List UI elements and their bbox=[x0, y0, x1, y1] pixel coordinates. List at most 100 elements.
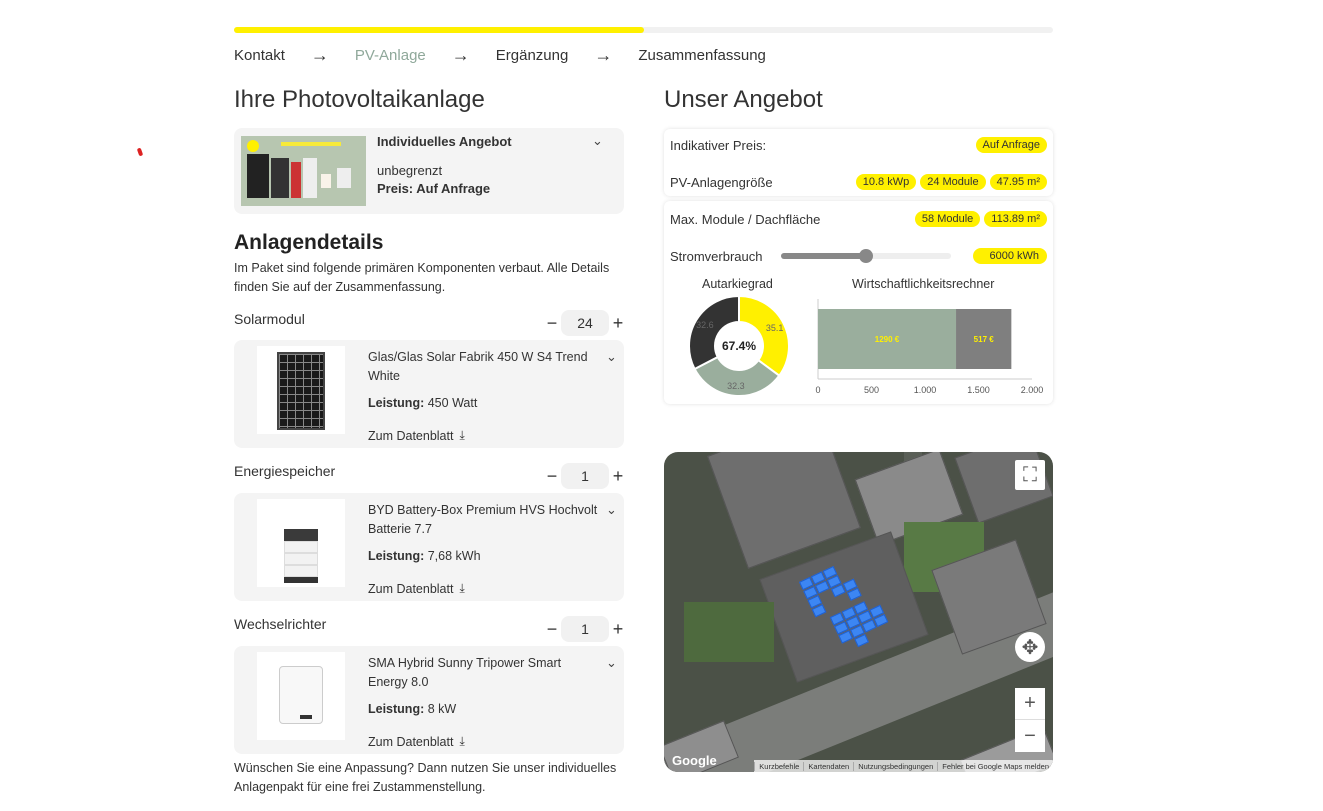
offer-name: Individuelles Angebot bbox=[377, 134, 512, 149]
offer-title: Unser Angebot bbox=[664, 86, 823, 113]
chevron-down-icon[interactable]: ⌄ bbox=[606, 349, 617, 365]
modules-badge: 24 Module bbox=[920, 174, 986, 190]
donut-slice-label: 32.3 bbox=[727, 381, 745, 391]
arrow-right-icon: → bbox=[594, 45, 613, 65]
quantity-stepper: − 1 + bbox=[545, 463, 625, 489]
consumption-slider[interactable] bbox=[781, 249, 951, 263]
progress-bar-fill bbox=[234, 27, 644, 33]
x-tick-label: 500 bbox=[864, 385, 879, 395]
datasheet-link[interactable]: Zum Datenblatt ⤓ bbox=[368, 581, 465, 596]
donut-slice-label: 35.1 bbox=[766, 323, 784, 333]
power-label: Leistung: bbox=[368, 549, 425, 563]
offer-subtitle: unbegrenzt bbox=[377, 163, 443, 178]
power-label: Leistung: bbox=[368, 396, 425, 410]
component-name: SMA Hybrid Sunny Tripower Smart Energy 8… bbox=[368, 656, 562, 689]
terms-link[interactable]: Nutzungsbedingungen bbox=[853, 761, 937, 771]
stepper-nav: Kontakt → PV-Anlage → Ergänzung → Zusamm… bbox=[234, 45, 766, 66]
summary-panel: Indikativer Preis: Auf Anfrage PV-Anlage… bbox=[664, 129, 1053, 196]
x-tick-label: 1.000 bbox=[914, 385, 937, 395]
economy-bar-chart: 1290 € 517 € 0 500 1.000 1.500 2.000 bbox=[815, 299, 1044, 395]
economy-title: Wirtschaftlichkeitsrechner bbox=[852, 277, 995, 291]
minus-icon[interactable]: − bbox=[545, 620, 559, 638]
bar-data-label: 1290 € bbox=[875, 335, 900, 344]
autarky-donut-chart: 35.1 32.3 32.6 67.4% bbox=[688, 294, 790, 397]
step-pv-anlage[interactable]: PV-Anlage bbox=[355, 47, 426, 64]
size-label: PV-Anlagengröße bbox=[670, 174, 773, 190]
component-image bbox=[257, 652, 345, 740]
minus-icon[interactable]: − bbox=[545, 467, 559, 485]
power-label: Leistung: bbox=[368, 702, 425, 716]
minus-icon[interactable]: − bbox=[545, 314, 559, 332]
component-card[interactable]: SMA Hybrid Sunny Tripower Smart Energy 8… bbox=[234, 646, 624, 754]
arrow-right-icon: → bbox=[310, 45, 329, 65]
plus-icon[interactable]: + bbox=[611, 620, 625, 638]
component-image bbox=[257, 346, 345, 434]
details-title: Anlagendetails bbox=[234, 231, 384, 254]
quantity-value[interactable]: 24 bbox=[561, 310, 609, 336]
max-area-badge: 113.89 m² bbox=[984, 211, 1047, 227]
max-label: Max. Module / Dachfläche bbox=[670, 211, 821, 227]
component-card[interactable]: Glas/Glas Solar Fabrik 450 W S4 Trend Wh… bbox=[234, 340, 624, 448]
step-ergaenzung[interactable]: Ergänzung bbox=[496, 47, 569, 64]
component-label: Energiespeicher bbox=[234, 463, 336, 479]
fullscreen-icon[interactable]: ⛶ bbox=[1015, 460, 1045, 490]
price-badge: Auf Anfrage bbox=[975, 137, 1047, 153]
report-error-link[interactable]: Fehler bei Google Maps melden bbox=[937, 761, 1053, 771]
datasheet-link[interactable]: Zum Datenblatt ⤓ bbox=[368, 734, 465, 749]
area-badge: 47.95 m² bbox=[989, 174, 1047, 190]
quantity-stepper: − 1 + bbox=[545, 616, 625, 642]
download-icon: ⤓ bbox=[459, 734, 465, 748]
x-tick-label: 1.500 bbox=[967, 385, 990, 395]
kwp-badge: 10.8 kWp bbox=[855, 174, 917, 190]
slider-fill bbox=[781, 253, 866, 259]
quantity-stepper: − 24 + bbox=[545, 310, 625, 336]
map-data-link[interactable]: Kartendaten bbox=[803, 761, 853, 771]
shortcuts-link[interactable]: Kurzbefehle bbox=[754, 761, 803, 771]
zoom-in-button[interactable]: + bbox=[1015, 688, 1045, 720]
component-label: Wechselrichter bbox=[234, 616, 327, 632]
package-image bbox=[241, 136, 366, 206]
component-name: Glas/Glas Solar Fabrik 450 W S4 Trend Wh… bbox=[368, 350, 588, 383]
power-value: 7,68 kWh bbox=[427, 549, 481, 563]
red-mark bbox=[136, 147, 144, 157]
price-label: Indikativer Preis: bbox=[670, 137, 767, 153]
donut-slice bbox=[688, 294, 740, 371]
analysis-panel: Max. Module / Dachfläche 58 Module 113.8… bbox=[664, 201, 1053, 404]
download-icon: ⤓ bbox=[459, 581, 465, 595]
max-modules-badge: 58 Module bbox=[914, 211, 981, 227]
google-logo: Google bbox=[672, 753, 717, 768]
progress-bar bbox=[234, 27, 1053, 33]
details-description: Im Paket sind folgende primären Komponen… bbox=[234, 261, 610, 294]
consumption-badge: 6000 kWh bbox=[973, 248, 1047, 264]
arrow-right-icon: → bbox=[451, 45, 470, 65]
quantity-value[interactable]: 1 bbox=[561, 616, 609, 642]
quantity-value[interactable]: 1 bbox=[561, 463, 609, 489]
satellite-map[interactable]: ⛶ ✥ + − Google Kurzbefehle Kartendaten N… bbox=[664, 452, 1053, 772]
component-image bbox=[257, 499, 345, 587]
x-tick-label: 2.000 bbox=[1021, 385, 1044, 395]
consumption-label: Stromverbrauch bbox=[670, 248, 763, 264]
chevron-down-icon[interactable]: ⌄ bbox=[606, 502, 617, 518]
pan-control-icon[interactable]: ✥ bbox=[1015, 632, 1045, 662]
page-title: Ihre Photovoltaikanlage bbox=[234, 86, 485, 113]
chevron-down-icon[interactable]: ⌄ bbox=[606, 655, 617, 671]
offer-card[interactable]: Individuelles Angebot unbegrenzt Preis: … bbox=[234, 128, 624, 214]
download-icon: ⤓ bbox=[459, 428, 465, 442]
autarky-title: Autarkiegrad bbox=[702, 277, 773, 291]
slider-handle[interactable] bbox=[859, 249, 873, 263]
donut-slice-label: 32.6 bbox=[696, 320, 714, 330]
power-value: 450 Watt bbox=[427, 396, 478, 410]
component-card[interactable]: BYD Battery-Box Premium HVS Hochvolt Bat… bbox=[234, 493, 624, 601]
plus-icon[interactable]: + bbox=[611, 314, 625, 332]
datasheet-link[interactable]: Zum Datenblatt ⤓ bbox=[368, 428, 465, 443]
customization-note: Wünschen Sie eine Anpassung? Dann nutzen… bbox=[234, 761, 617, 794]
map-attribution: Kurzbefehle Kartendaten Nutzungsbedingun… bbox=[754, 760, 1053, 772]
chevron-down-icon[interactable]: ⌄ bbox=[592, 133, 603, 149]
step-kontakt[interactable]: Kontakt bbox=[234, 47, 285, 64]
plus-icon[interactable]: + bbox=[611, 467, 625, 485]
offer-price: Preis: Auf Anfrage bbox=[377, 181, 491, 196]
component-label: Solarmodul bbox=[234, 311, 305, 327]
step-zusammenfassung[interactable]: Zusammenfassung bbox=[638, 47, 766, 64]
autarky-center-label: 67.4% bbox=[722, 339, 756, 353]
zoom-out-button[interactable]: − bbox=[1015, 720, 1045, 752]
